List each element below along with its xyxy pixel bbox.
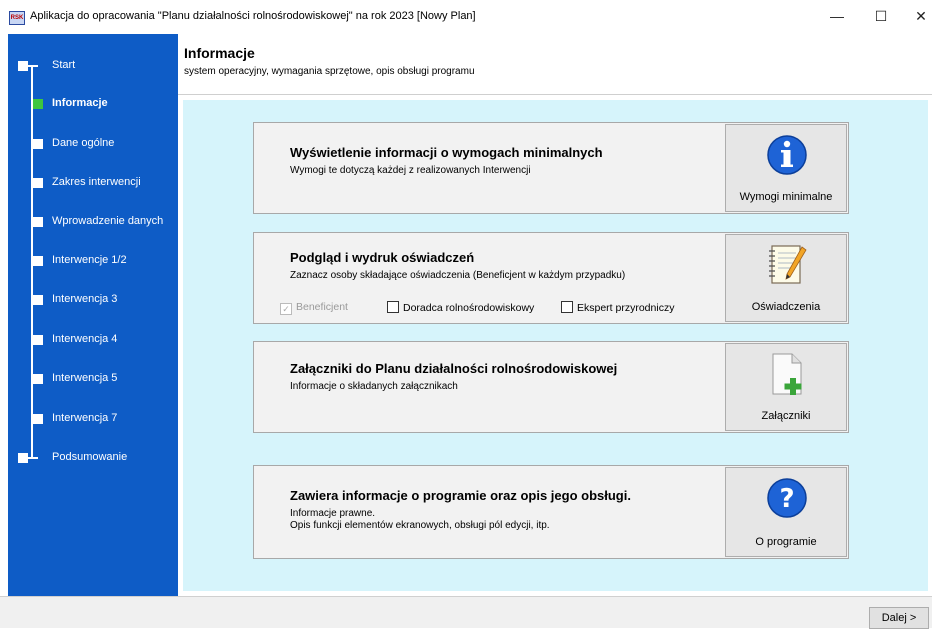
maximize-button[interactable]: ☐	[866, 4, 896, 28]
sidebar-item-label: Dane ogólne	[52, 137, 115, 149]
beneficiary-checkbox[interactable]: ✓ Beneficjent	[280, 301, 348, 315]
button-label: Załączniki	[761, 410, 811, 422]
sidebar-item-wprowadzenie-danych[interactable]: Wprowadzenie danych	[8, 212, 178, 232]
sidebar-item-label: Interwencja 3	[52, 293, 118, 305]
sidebar-item-start[interactable]: Start	[8, 56, 178, 76]
sidebar-item-interwencja-5[interactable]: Interwencja 5	[8, 369, 178, 389]
step-marker	[18, 453, 28, 463]
sidebar-item-label: Informacje	[52, 97, 108, 109]
close-button[interactable]: ✕	[906, 4, 932, 28]
sidebar-item-label: Start	[52, 59, 76, 71]
about-panel: Zawiera informacje o programie oraz opis…	[253, 465, 849, 559]
page-title: Informacje	[184, 45, 255, 61]
app-icon: RSK	[9, 11, 25, 25]
page-header: Informacje system operacyjny, wymagania …	[178, 34, 932, 95]
panel-title: Załączniki do Planu działalności rolnośr…	[290, 361, 618, 376]
panel-description: Informacje o składanych załącznikach	[290, 381, 458, 392]
attachments-panel: Załączniki do Planu działalności rolnośr…	[253, 341, 849, 433]
step-marker	[18, 61, 28, 71]
next-button[interactable]: Dalej >	[869, 607, 929, 629]
attachments-button[interactable]: Załączniki	[725, 343, 847, 431]
about-button[interactable]: ? O programie	[725, 467, 847, 557]
requirements-button[interactable]: Wymogi minimalne	[725, 124, 847, 212]
panel-description: Wymogi te dotyczą każdej z realizowanych…	[290, 165, 531, 176]
minimize-button[interactable]: —	[822, 4, 852, 28]
page-subtitle: system operacyjny, wymagania sprzętowe, …	[184, 66, 475, 77]
info-icon	[767, 135, 807, 175]
sidebar-item-zakres-interwencji[interactable]: Zakres interwencji	[8, 173, 178, 193]
button-label: Oświadczenia	[751, 301, 821, 313]
button-label: Wymogi minimalne	[739, 191, 833, 203]
title-bar: RSK Aplikacja do opracowania "Planu dzia…	[0, 0, 932, 34]
sidebar-item-label: Interwencja 5	[52, 372, 118, 384]
panel-title: Wyświetlenie informacji o wymogach minim…	[290, 145, 603, 160]
expert-checkbox[interactable]: Ekspert przyrodniczy	[561, 301, 674, 314]
question-icon: ?	[767, 478, 807, 518]
sidebar-item-interwencja-4[interactable]: Interwencja 4	[8, 330, 178, 350]
sidebar-item-label: Interwencja 4	[52, 333, 118, 345]
step-marker	[33, 295, 43, 305]
panel-description: Zaznacz osoby składające oświadczenia (B…	[290, 270, 626, 281]
document-add-icon	[772, 353, 802, 395]
step-marker-active	[33, 99, 43, 109]
statements-panel: Podgląd i wydruk oświadczeń Zaznacz osob…	[253, 232, 849, 324]
notepad-icon	[769, 245, 807, 284]
panel-title: Podgląd i wydruk oświadczeń	[290, 250, 475, 265]
step-marker	[33, 178, 43, 188]
sidebar-item-podsumowanie[interactable]: Podsumowanie	[8, 448, 178, 468]
sidebar-item-label: Interwencja 7	[52, 412, 118, 424]
panel-description: Informacje prawne.	[290, 508, 376, 519]
step-marker	[33, 414, 43, 424]
sidebar-item-interwencja-3[interactable]: Interwencja 3	[8, 290, 178, 310]
sidebar-item-informacje[interactable]: Informacje	[8, 94, 178, 114]
step-marker	[33, 139, 43, 149]
sidebar-item-dane-ogolne[interactable]: Dane ogólne	[8, 134, 178, 154]
panel-title: Zawiera informacje o programie oraz opis…	[290, 488, 631, 503]
button-label: O programie	[755, 536, 817, 548]
status-bar	[0, 596, 932, 628]
statements-button[interactable]: Oświadczenia	[725, 234, 847, 322]
sidebar-item-label: Wprowadzenie danych	[52, 215, 164, 227]
panel-description: Opis funkcji elementów ekranowych, obsłu…	[290, 520, 550, 531]
sidebar-item-interwencja-7[interactable]: Interwencja 7	[8, 409, 178, 429]
step-marker	[33, 217, 43, 227]
svg-text:?: ?	[779, 484, 794, 514]
step-marker	[33, 335, 43, 345]
wizard-sidebar	[8, 34, 178, 596]
sidebar-item-label: Podsumowanie	[52, 451, 128, 463]
checkmark-icon: ✓	[280, 303, 292, 315]
window-title: Aplikacja do opracowania "Planu działaln…	[30, 10, 476, 22]
sidebar-item-label: Interwencje 1/2	[52, 254, 127, 266]
requirements-panel: Wyświetlenie informacji o wymogach minim…	[253, 122, 849, 214]
step-marker	[33, 374, 43, 384]
sidebar-item-label: Zakres interwencji	[52, 176, 141, 188]
advisor-checkbox[interactable]: Doradca rolnośrodowiskowy	[387, 301, 534, 314]
sidebar-item-interwencje-1-2[interactable]: Interwencje 1/2	[8, 251, 178, 271]
step-marker	[33, 256, 43, 266]
